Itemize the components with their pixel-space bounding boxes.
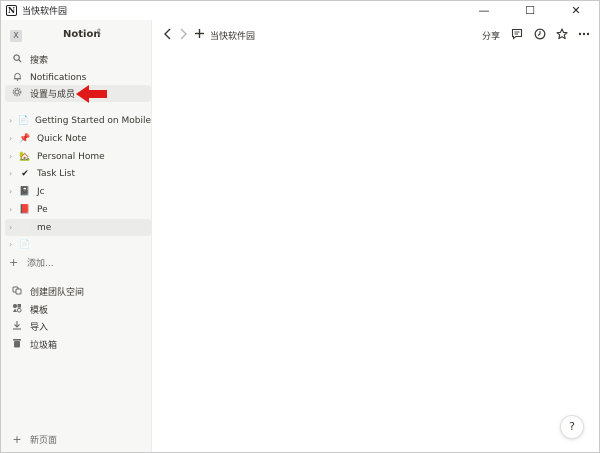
- notion-app-icon: N: [6, 5, 17, 16]
- pushpin-icon: 📌: [19, 133, 31, 144]
- red-arrow-annotation: [76, 85, 107, 103]
- sidebar-item-label: 导入: [30, 323, 49, 333]
- window-controls: — ☐ ✕: [461, 1, 599, 20]
- favorite-button[interactable]: [556, 28, 568, 44]
- title-bar: N 当快软件园 — ☐ ✕: [1, 1, 599, 20]
- minimize-button[interactable]: —: [461, 1, 507, 20]
- page-icon: 📄: [17, 115, 29, 126]
- house-icon: 🏡: [19, 151, 31, 162]
- share-button[interactable]: 分享: [482, 29, 500, 42]
- sidebar-item-import[interactable]: 导入: [5, 318, 151, 335]
- chevron-right-icon[interactable]: ›: [9, 169, 17, 178]
- page-label: Jc: [37, 186, 45, 197]
- help-button[interactable]: ?: [560, 415, 584, 439]
- add-page-label: 添加...: [27, 259, 54, 269]
- sidebar-item-label: 垃圾箱: [30, 341, 58, 351]
- workspace-avatar: X: [10, 30, 22, 42]
- sidebar-item-templates[interactable]: 模板: [5, 301, 151, 318]
- chevron-left-icon: [164, 28, 171, 40]
- chevron-right-icon: [180, 28, 187, 40]
- chevron-right-icon[interactable]: ›: [9, 187, 17, 196]
- notebook-icon: 📓: [19, 186, 31, 197]
- sidebar-page-getting-started[interactable]: › 📄 Getting Started on Mobile: [5, 112, 151, 129]
- clock-icon: [534, 28, 546, 40]
- chevron-right-icon[interactable]: ›: [9, 152, 17, 161]
- trash-icon: [10, 338, 24, 351]
- page-icon: 📄: [19, 239, 31, 250]
- import-icon: [10, 320, 24, 333]
- add-page-button[interactable]: + 添加...: [5, 254, 151, 271]
- sidebar-item-label: Notifications: [30, 72, 87, 83]
- page-topbar: 当快软件园 分享: [153, 20, 599, 50]
- sidebar-item-label: 模板: [30, 306, 49, 316]
- updates-button[interactable]: [534, 28, 546, 44]
- plus-icon: [195, 29, 204, 38]
- checkmark-icon: ✔: [21, 168, 29, 179]
- comment-icon: [511, 28, 523, 40]
- forward-button[interactable]: [179, 28, 188, 44]
- sidebar-item-trash[interactable]: 垃圾箱: [5, 336, 151, 353]
- new-page-button[interactable]: + 新页面: [5, 431, 151, 448]
- sidebar-item-label: 搜索: [30, 56, 49, 66]
- plus-icon: +: [9, 256, 19, 269]
- page-label: Getting Started on Mobile: [34, 115, 151, 126]
- chevron-right-icon[interactable]: ›: [9, 223, 17, 232]
- sidebar-page-quick-note[interactable]: › 📌 Quick Note: [5, 130, 151, 147]
- bell-icon: [10, 72, 24, 84]
- maximize-button[interactable]: ☐: [507, 1, 553, 20]
- sidebar-page-personal-home[interactable]: › 🏡 Personal Home: [5, 148, 151, 165]
- star-icon: [556, 28, 568, 40]
- page-label: Quick Note: [37, 133, 87, 144]
- sidebar-item-label: 设置与成员: [30, 90, 76, 100]
- gear-icon: [10, 87, 24, 100]
- sidebar-page-pe[interactable]: › 📕 Pe: [5, 201, 151, 218]
- close-button[interactable]: ✕: [553, 1, 599, 20]
- page-label: Task List: [37, 168, 76, 179]
- template-icon: [10, 303, 24, 316]
- more-options-button[interactable]: [578, 28, 590, 44]
- sidebar-page-blurred[interactable]: › 📄: [5, 236, 151, 253]
- page-icon: [19, 221, 31, 234]
- chevron-right-icon[interactable]: ›: [9, 134, 17, 143]
- breadcrumb[interactable]: 当快软件园: [210, 29, 255, 42]
- more-horizontal-icon: [578, 32, 590, 36]
- chevron-right-icon[interactable]: ›: [9, 116, 16, 125]
- page-label: me: [37, 222, 52, 233]
- window-title: 当快软件园: [22, 7, 68, 17]
- search-icon: [10, 53, 24, 66]
- back-button[interactable]: [163, 28, 172, 44]
- sidebar-page-journal[interactable]: › 📓 Jc: [5, 183, 151, 200]
- chevron-right-icon[interactable]: ›: [9, 205, 17, 214]
- workspace-switcher[interactable]: X Notion ⇕: [1, 27, 152, 45]
- sidebar-item-create-teamspace[interactable]: 创建团队空间: [5, 283, 151, 300]
- chevron-right-icon[interactable]: ›: [9, 240, 17, 249]
- sidebar-item-search[interactable]: 搜索: [5, 51, 151, 68]
- page-label: Pe: [37, 204, 48, 215]
- new-page-label: 新页面: [30, 436, 58, 446]
- app-window: N 当快软件园 — ☐ ✕ X Notion ⇕ 搜索 Notification…: [0, 0, 600, 453]
- sidebar-item-label: 创建团队空间: [30, 288, 85, 298]
- plus-icon: +: [12, 433, 22, 446]
- red-book-icon: 📕: [19, 204, 31, 215]
- chevron-updown-icon: ⇕: [95, 28, 103, 38]
- new-page-plus-button[interactable]: [194, 28, 205, 43]
- team-space-icon: [10, 285, 24, 298]
- comments-button[interactable]: [511, 28, 523, 44]
- page-label: Personal Home: [37, 151, 105, 162]
- sidebar-page-task-list[interactable]: › ✔ Task List: [5, 165, 151, 182]
- sidebar-page-home-blurred[interactable]: › me: [5, 219, 151, 236]
